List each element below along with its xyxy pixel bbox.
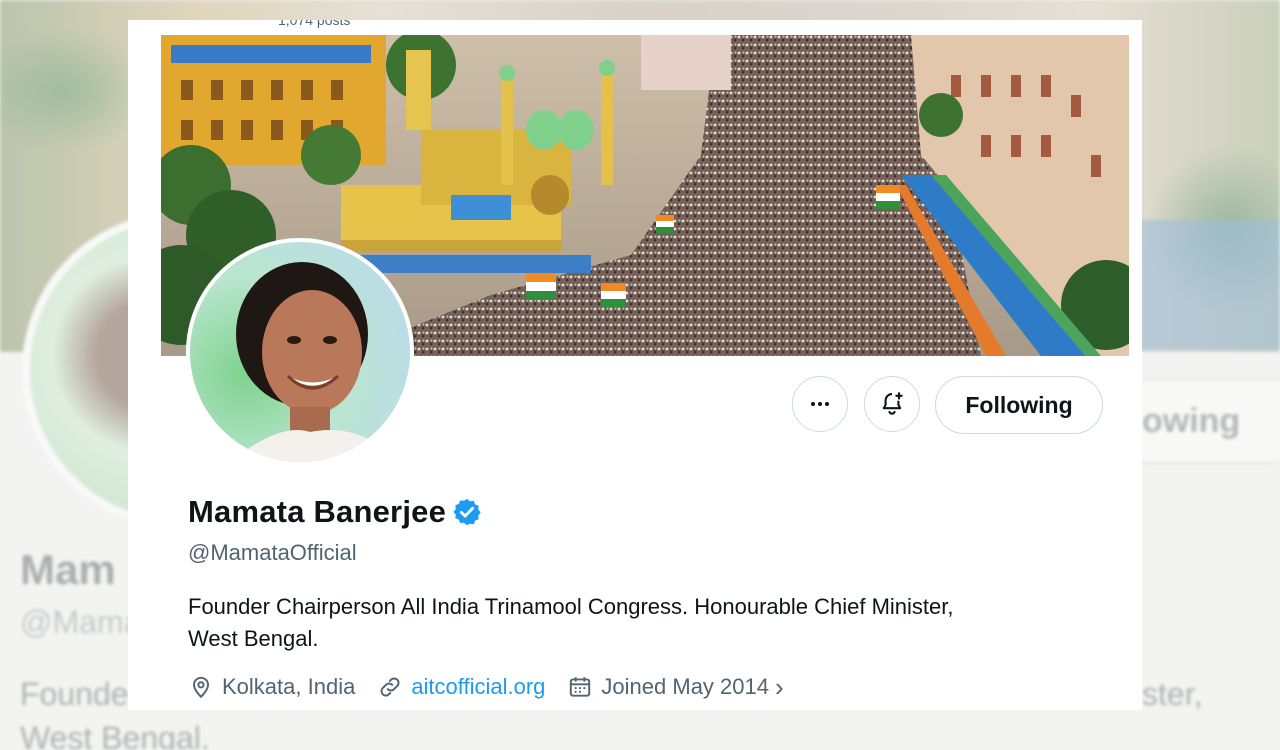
verified-badge-icon[interactable] (452, 497, 482, 527)
more-options-button[interactable] (792, 376, 848, 432)
profile-name: Mamata Banerjee (188, 494, 447, 529)
location-text: Kolkata, India (222, 674, 356, 699)
notifications-button[interactable] (864, 376, 920, 432)
profile-avatar[interactable] (186, 238, 414, 466)
background-bio-left-2: West Bengal. (20, 720, 210, 750)
bell-plus-icon (882, 392, 903, 415)
chevron-right-icon[interactable]: › (775, 674, 784, 700)
profile-card: 1,074 posts Following Mamata Banerjee @M… (128, 20, 1142, 710)
location-pin-icon (192, 676, 210, 699)
profile-name-row: Mamata Banerjee (188, 494, 482, 530)
joined-text: Joined May 2014 (601, 674, 769, 699)
background-bio-right: ster, (1142, 676, 1203, 712)
joined-item: Joined May 2014 › (567, 674, 784, 700)
profile-meta: Kolkata, India aitcofficial.org Joined M… (188, 674, 806, 700)
more-icon (811, 402, 829, 406)
website-item[interactable]: aitcofficial.org (377, 674, 545, 700)
background-bio-left: Founde (20, 676, 129, 712)
website-link[interactable]: aitcofficial.org (411, 674, 545, 700)
avatar-portrait (190, 242, 410, 462)
following-button[interactable]: Following (935, 376, 1103, 434)
bio-line-1: Founder Chairperson All India Trinamool … (188, 594, 954, 619)
location-item: Kolkata, India (188, 674, 355, 700)
bio-line-2: West Bengal. (188, 626, 319, 651)
background-handle: @Mama (20, 604, 142, 640)
background-name: Mam (20, 546, 116, 593)
profile-bio: Founder Chairperson All India Trinamool … (188, 591, 1088, 655)
link-icon (380, 677, 400, 697)
posts-count: 1,074 posts (278, 20, 351, 28)
calendar-icon (570, 677, 591, 697)
background-following-label: owing (1142, 402, 1241, 440)
profile-handle: @MamataOfficial (188, 540, 357, 565)
